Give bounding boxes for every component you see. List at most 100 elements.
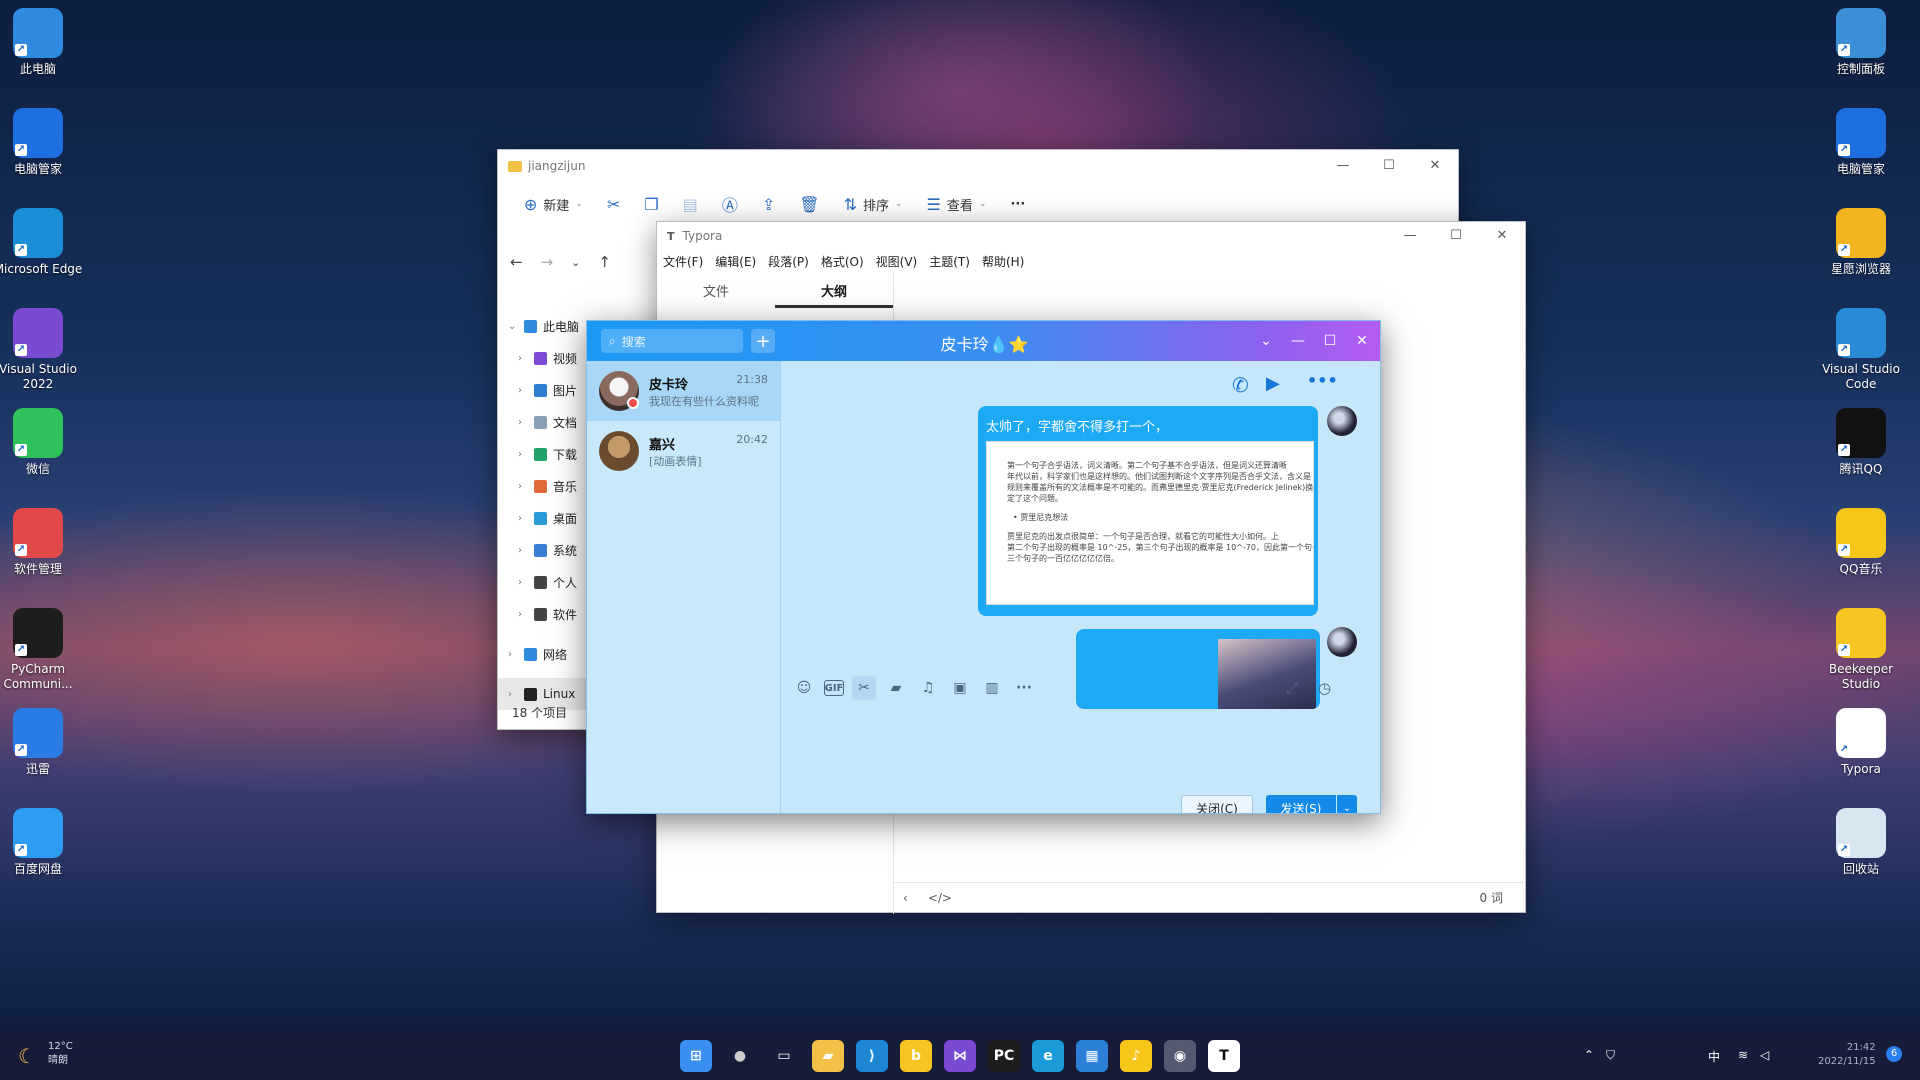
delete-button[interactable]: 🗑 [787,188,831,220]
chevron-icon[interactable]: › [518,353,528,364]
send-button[interactable]: 发送(S) [1266,795,1336,813]
send-options-button[interactable]: ⌄ [1337,795,1357,813]
chevron-down-icon[interactable]: ⌄ [571,256,580,269]
desktop-icon-right-0[interactable]: ↗ 控制面板 [1815,8,1907,77]
tab-files[interactable]: 文件 [657,278,775,308]
chevron-icon[interactable]: › [518,417,528,428]
tree-item[interactable]: › 视频 [498,342,586,374]
chevron-icon[interactable]: › [518,385,528,396]
desktop-icon-left-5[interactable]: ↗ 软件管理 [0,508,84,577]
screen-record-icon[interactable]: ▥ [980,676,1004,700]
copy-button[interactable]: ❐ [632,188,670,220]
menu-item[interactable]: 格式(O) [821,253,864,270]
more-button[interactable]: ··· [998,188,1037,220]
back-icon[interactable]: ← [510,253,523,271]
desktop-icon-left-8[interactable]: ↗ 百度网盘 [0,808,84,877]
chevron-icon[interactable]: ⌄ [508,321,518,332]
desktop-icon-right-4[interactable]: ↗ 腾讯QQ [1815,408,1907,477]
desktop-icon-left-6[interactable]: ↗ PyCharm Communi... [0,608,84,692]
menu-item[interactable]: 帮助(H) [982,253,1024,270]
desktop-icon-right-1[interactable]: ↗ 电脑管家 [1815,108,1907,177]
speaker-icon[interactable]: ◁ [1760,1048,1769,1062]
tree-item[interactable]: › 文档 [498,406,586,438]
task-view-icon[interactable]: ▭ [768,1040,800,1072]
store-icon[interactable]: ▦ [1076,1040,1108,1072]
chevron-icon[interactable]: › [508,689,518,700]
weather-widget[interactable]: 12°C 晴朗 [48,1040,73,1068]
add-button[interactable]: + [751,329,775,353]
close-chat-button[interactable]: 关闭(C) [1181,795,1253,813]
folder-icon[interactable]: ▰ [884,676,908,700]
maximize-button[interactable]: ☐ [1433,222,1479,248]
edge-icon[interactable]: e [1032,1040,1064,1072]
list-item[interactable]: 嘉兴 [动画表情] 20:42 [587,421,780,481]
desktop-icon-right-5[interactable]: ↗ QQ音乐 [1815,508,1907,577]
up-icon[interactable]: ↑ [598,253,611,271]
maximize-button[interactable]: ☐ [1366,150,1412,180]
view-button[interactable]: ☰ 查看 ⌄ [915,188,999,220]
pycharm-icon[interactable]: PC [988,1040,1020,1072]
screenshot-image[interactable]: 第一个句子合乎语法，词义清晰。第二个句子基不合乎语法，但是词义还算清晰 年代以前，… [986,441,1314,605]
forward-icon[interactable]: → [541,253,554,271]
desktop-icon-left-7[interactable]: ↗ 迅雷 [0,708,84,777]
minimize-button[interactable]: — [1387,222,1433,248]
tree-item[interactable]: › 软件 [498,598,586,630]
chevron-icon[interactable]: › [508,649,518,660]
list-item[interactable]: 皮卡玲 我现在有些什么资料呢 21:38 [587,361,780,421]
input-method-indicator[interactable]: 中 [1708,1048,1720,1065]
music-icon[interactable]: ♫ [916,676,940,700]
more-icon[interactable]: ··· [1012,676,1036,700]
maximize-button[interactable]: ☐ [1314,327,1346,355]
video-call-icon[interactable]: ▶ [1266,373,1280,394]
source-code-icon[interactable]: </> [928,891,952,905]
more-icon[interactable]: ••• [1307,371,1338,390]
vscode-icon[interactable]: ⟩ [856,1040,888,1072]
image-icon[interactable]: ▣ [948,676,972,700]
clock[interactable]: 21:42 2022/11/15 [1818,1041,1876,1069]
qq-titlebar[interactable]: ⌕ 搜索 + 皮卡玲💧⭐ ⌄ — ☐ ✕ [587,321,1380,361]
emoji-icon[interactable]: ☺ [792,676,816,700]
chevron-icon[interactable]: › [518,545,528,556]
desktop-icon-left-0[interactable]: ↗ 此电脑 [0,8,84,77]
menu-item[interactable]: 段落(P) [768,253,809,270]
qq-icon[interactable]: ◉ [1164,1040,1196,1072]
desktop-icon-left-2[interactable]: ↗ Microsoft Edge [0,208,84,277]
expand-icon[interactable]: ⤢ [1286,679,1298,697]
desktop-icon-left-1[interactable]: ↗ 电脑管家 [0,108,84,177]
close-button[interactable]: ✕ [1479,222,1525,248]
minimize-button[interactable]: — [1320,150,1366,180]
tree-item[interactable]: › 图片 [498,374,586,406]
chevron-left-icon[interactable]: ‹ [903,891,908,905]
chevron-icon[interactable]: › [518,481,528,492]
scissors-icon[interactable]: ✂ [852,676,876,700]
menu-item[interactable]: 编辑(E) [715,253,756,270]
menu-item[interactable]: 文件(F) [663,253,703,270]
rename-button[interactable]: Ⓐ [710,188,750,220]
tab-outline[interactable]: 大纲 [775,278,893,308]
menu-item[interactable]: 主题(T) [929,253,970,270]
wifi-icon[interactable]: ≋ [1738,1048,1748,1062]
tree-item[interactable]: › 下载 [498,438,586,470]
history-icon[interactable]: ◷ [1318,679,1331,697]
voice-call-icon[interactable]: ✆ [1232,373,1249,397]
search-input[interactable]: ⌕ 搜索 [601,329,743,353]
desktop-icon-right-6[interactable]: ↗ Beekeeper Studio [1815,608,1907,692]
chevron-icon[interactable]: › [518,449,528,460]
start-icon[interactable]: ⊞ [680,1040,712,1072]
chevron-up-icon[interactable]: ⌃ [1584,1048,1594,1062]
explorer-titlebar[interactable]: jiangzijun [498,150,1458,182]
chevron-icon[interactable]: › [518,513,528,524]
chevron-down-icon[interactable]: ⌄ [1250,327,1282,355]
search-icon[interactable]: ● [724,1040,756,1072]
desktop-icon-right-2[interactable]: ↗ 星愿浏览器 [1815,208,1907,277]
chevron-icon[interactable]: › [518,609,528,620]
tree-item[interactable]: › 网络 [498,638,586,670]
share-button[interactable]: ⇪ [750,188,787,220]
beekeeper-icon[interactable]: b [900,1040,932,1072]
chevron-icon[interactable]: › [518,577,528,588]
word-count[interactable]: 0 词 [1480,889,1503,906]
desktop-icon-left-4[interactable]: ↗ 微信 [0,408,84,477]
minimize-button[interactable]: — [1282,327,1314,355]
anime-image[interactable] [1218,639,1316,709]
tree-item[interactable]: › 个人 [498,566,586,598]
